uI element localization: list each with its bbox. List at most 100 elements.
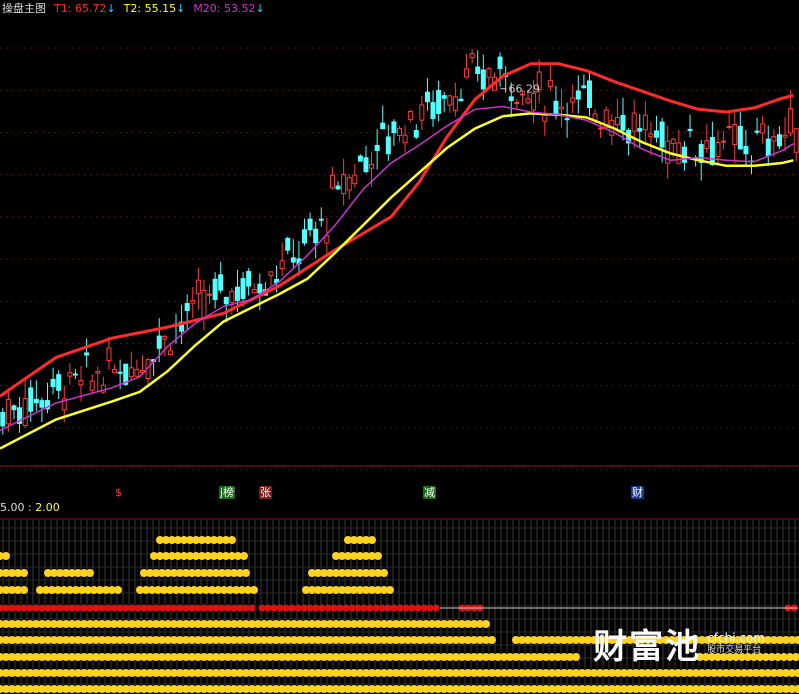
candle-body [22,398,28,427]
m20-arrow-icon: ↓ [255,1,265,15]
indicator-dot [230,604,238,612]
candle-body [117,371,123,374]
series-line-t2 [0,112,794,450]
indicator-dot [354,604,362,612]
indicator-dot [8,604,16,612]
watermark-site-block: cfchi.com 股市交易平台 [707,632,765,656]
candle-body [452,96,458,112]
indicator-dot [176,604,184,612]
indicator-dot [318,604,326,612]
candle-body [162,335,168,340]
candle-body [218,274,224,291]
indicator-dot [312,604,320,612]
candle-body [50,378,56,388]
indicator-dot [200,604,208,612]
candle-body [397,127,402,136]
watermark-slogan: 股市交易平台 [707,644,762,655]
candle-body [715,141,721,158]
indicator-dot [270,604,278,612]
t1-label: T1: [54,1,72,15]
candle-body [765,138,771,157]
indicator-dot [80,604,88,612]
candle-body [229,290,235,303]
candle-body [352,174,358,185]
candle-body [251,289,257,294]
signal-label-3: 减 [423,486,436,499]
indicator-dot [294,604,302,612]
indicator-dot [116,604,124,612]
indicator-dot [2,552,10,560]
indicator-dot [426,604,434,612]
candle-body [782,134,788,138]
candle-body [676,142,682,165]
candle-body [67,372,73,377]
candle-body [486,68,492,78]
signal-label-1: j榜 [219,486,236,499]
candle-body [681,146,687,163]
indicator-dot [170,604,178,612]
indicator-dot [336,604,344,612]
candle-body [106,347,112,362]
candle-body [212,278,218,301]
candle-body [447,95,453,106]
candle-body [670,138,676,144]
m20-value: 53.52 [224,1,256,15]
indicator-dot [408,604,416,612]
candle-body [408,110,414,120]
chart-canvas: 66.29 [0,47,799,694]
indicator-dot [212,604,220,612]
candle-body [614,116,620,126]
annotation-label: 66.29 [508,83,540,96]
indicator-dot [2,604,10,612]
indicator-dot [572,653,580,661]
candle-body [564,118,570,121]
candle-body [195,279,201,295]
candle-body [302,229,308,244]
indicator-dot [146,604,154,612]
candle-body [793,128,799,153]
indicator-dot [242,569,250,577]
candle-body [324,235,330,244]
candle-body [732,124,738,145]
candle-body [776,134,782,147]
candle-body [419,104,425,121]
candle-body [637,128,643,132]
indicator-dot [380,569,388,577]
chart-title: 操盘主图 [2,2,46,15]
candle-body [391,121,397,134]
candle-body [620,114,626,131]
indicator-dot [366,604,374,612]
t1-arrow-icon: ↓ [106,1,116,15]
candlesticks [0,49,799,435]
indicator-dot [158,604,166,612]
indicator-dot [68,604,76,612]
candle-body [33,398,39,404]
candle-body [581,85,587,89]
watermark-site: cfchi.com [707,630,765,645]
indicator-dot [224,604,232,612]
candle-body [531,93,537,111]
candle-body [380,122,386,130]
indicator-dot [488,636,496,644]
candle-body [240,278,246,299]
indicator-dot [86,604,94,612]
indicator-dot [248,604,256,612]
indicator-dot [276,604,284,612]
candle-body [134,368,140,377]
indicator-dot [250,586,258,594]
indicator-dot [92,604,100,612]
candle-body [357,155,363,162]
indicator-dot [110,604,118,612]
indicator-dot [56,604,64,612]
indicator-dot [482,620,490,628]
candle-body [95,371,101,374]
candle-body [72,373,78,376]
candle-body [642,114,648,131]
indicator-dot [384,604,392,612]
m20-legend: M20: 53.52↓ [193,2,264,15]
candle-body [424,91,430,103]
indicator-dot [300,604,308,612]
candle-body [5,399,11,425]
series-line-t1 [0,62,794,398]
indicator-dot [792,653,799,661]
